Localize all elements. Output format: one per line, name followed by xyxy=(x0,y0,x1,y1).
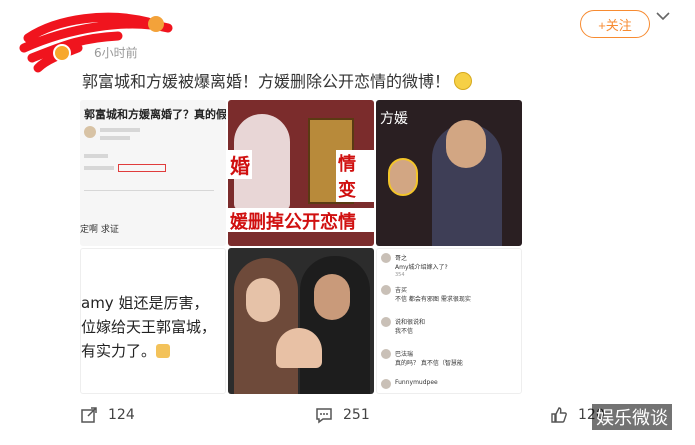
image-3[interactable]: 方媛 xyxy=(376,100,522,246)
image-4-text: amy 姐还是厉害， 位嫁给天王郭富城， 有实力了。 xyxy=(81,291,216,363)
comment-count: 251 xyxy=(343,407,370,423)
face-figure xyxy=(246,278,280,322)
share-count: 124 xyxy=(108,407,135,423)
comment-text: 我不信 xyxy=(395,328,414,335)
text-line xyxy=(100,128,140,132)
verified-badge-icon xyxy=(53,44,71,62)
image-2-right-word: 情变 xyxy=(336,150,374,202)
follow-button[interactable]: +关注 xyxy=(580,10,650,38)
image-4[interactable]: amy 姐还是厉害， 位嫁给天王郭富城， 有实力了。 xyxy=(80,248,226,394)
image-5[interactable] xyxy=(228,248,374,394)
thumbs-up-icon xyxy=(156,344,171,358)
vip-emoji-icon xyxy=(148,16,164,32)
image-1[interactable]: 郭富城和方媛离婚了？真的假的 定啊 求证 xyxy=(80,100,226,246)
comment-text: Amy城介绍嫁入了? xyxy=(395,264,448,271)
avatar xyxy=(381,253,391,263)
thumbs-up-icon xyxy=(551,407,567,423)
comment-button[interactable]: 251 xyxy=(315,406,370,424)
avatar xyxy=(381,349,391,359)
smile-emoji-icon xyxy=(454,72,473,90)
avatar xyxy=(381,285,391,295)
face-figure xyxy=(388,158,418,196)
image-6[interactable]: 哥之 Amy城介绍嫁入了? 354 吉买 不信 都会有邪图 需求很现实 说和很说… xyxy=(376,248,522,394)
comment-author: Funnymudpee xyxy=(395,379,438,386)
share-button[interactable]: 124 xyxy=(80,406,135,424)
image-3-name: 方媛 xyxy=(380,111,408,127)
image-1-title: 郭富城和方媛离婚了？真的假的 xyxy=(84,108,226,121)
comment-author: 哥之 xyxy=(395,255,408,262)
image-grid: 郭富城和方媛离婚了？真的假的 定啊 求证 婚 情变 媛删掉公开恋情 方媛 amy… xyxy=(80,100,524,395)
image-4-line-1: amy 姐还是厉害， xyxy=(81,294,209,312)
face-figure xyxy=(446,120,486,168)
text-line xyxy=(100,136,130,140)
comment-likes: 354 xyxy=(395,272,405,278)
image-2-banner: 媛删掉公开恋情 xyxy=(228,208,374,233)
post-content: 郭富城和方媛被爆离婚！方媛删除公开恋情的微博！ xyxy=(82,68,473,92)
comment-author: 吉买 xyxy=(395,287,408,294)
heart-hands-figure xyxy=(276,328,322,368)
comment-author: 说和很说和 xyxy=(395,319,426,326)
post-time: 6小时前 xyxy=(94,46,138,60)
image-1-footer: 定啊 求证 xyxy=(80,225,119,235)
highlight-box xyxy=(118,164,166,172)
image-2-left-word: 婚 xyxy=(228,150,252,179)
comment-text: 不信 都会有邪图 需求很现实 xyxy=(395,296,471,303)
post-text: 郭富城和方媛被爆离婚！方媛删除公开恋情的微博！ xyxy=(82,72,451,91)
watermark: 娱乐微谈 xyxy=(592,404,672,430)
divider xyxy=(84,190,214,191)
comment-icon xyxy=(316,408,332,424)
image-4-line-3: 有实力了。 xyxy=(81,342,157,360)
face-figure xyxy=(314,274,350,320)
avatar xyxy=(84,126,96,138)
chevron-down-icon[interactable] xyxy=(655,8,671,24)
text-line xyxy=(84,166,114,170)
image-4-line-2: 位嫁给天王郭富城， xyxy=(81,318,217,336)
comment-author: 巴法瑞 xyxy=(395,351,414,358)
action-bar: 124 251 120 xyxy=(0,400,695,434)
avatar xyxy=(381,379,391,389)
share-icon xyxy=(81,407,97,423)
avatar xyxy=(381,317,391,327)
comment-text: 真的吗？ 真不信（智慧能 xyxy=(395,360,463,367)
text-line xyxy=(84,154,108,158)
image-2[interactable]: 婚 情变 媛删掉公开恋情 xyxy=(228,100,374,246)
